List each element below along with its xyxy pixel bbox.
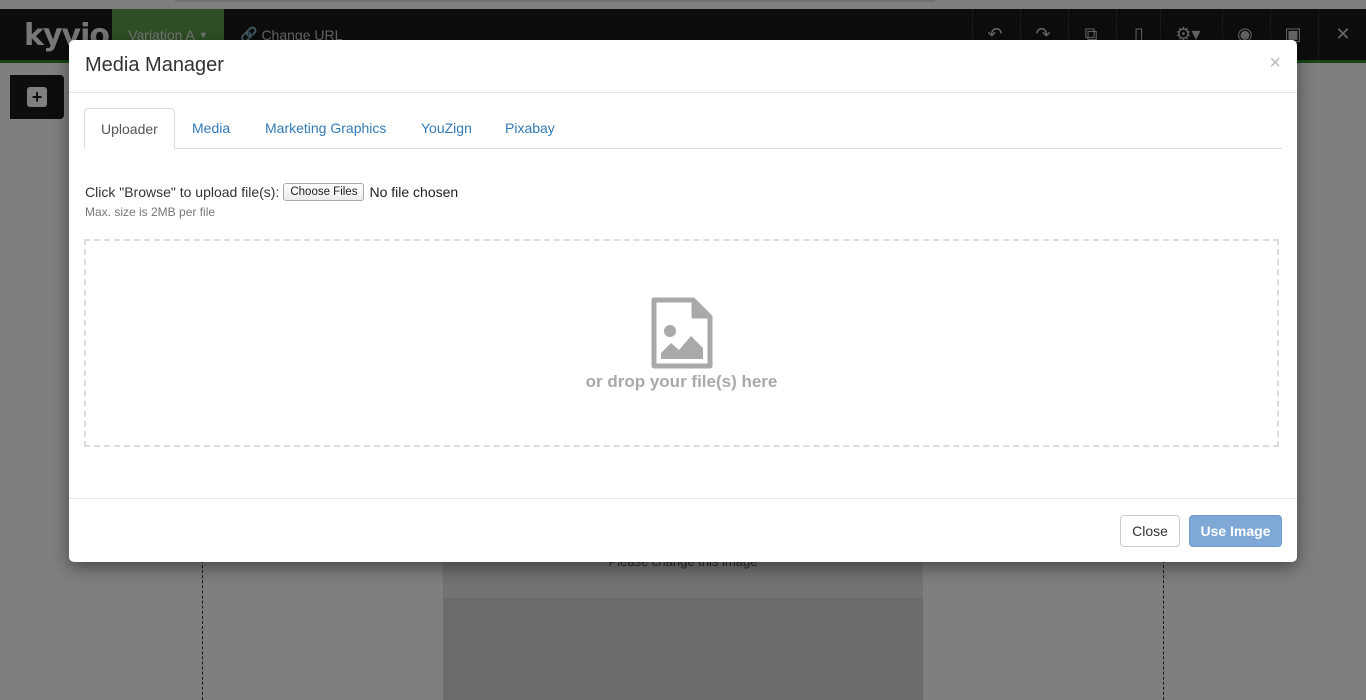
media-manager-modal: Media Manager × Uploader Media Marketing… [69,40,1297,562]
tab-uploader[interactable]: Uploader [84,108,175,149]
modal-close-icon[interactable]: × [1269,53,1281,73]
file-status: No file chosen [369,184,459,200]
modal-title: Media Manager [85,54,224,76]
drop-text: or drop your file(s) here [585,372,778,391]
max-size-note: Max. size is 2MB per file [85,205,216,219]
browse-prompt: Click "Browse" to upload file(s): [85,184,280,200]
use-image-button[interactable]: Use Image [1189,515,1282,547]
tab-youzign[interactable]: YouZign [405,108,488,148]
modal-footer: Close Use Image [69,498,1297,563]
close-button[interactable]: Close [1120,515,1180,547]
tab-pixabay[interactable]: Pixabay [489,108,571,148]
media-tabs: Uploader Media Marketing Graphics YouZig… [84,108,1282,149]
tab-marketing-graphics[interactable]: Marketing Graphics [249,108,402,148]
choose-files-button[interactable]: Choose Files [283,183,365,201]
modal-header: Media Manager × [69,40,1297,93]
file-image-icon [651,297,713,369]
drop-zone[interactable]: or drop your file(s) here [84,239,1279,447]
tab-media[interactable]: Media [176,108,246,148]
upload-row: Click "Browse" to upload file(s): Choose… [85,183,458,201]
